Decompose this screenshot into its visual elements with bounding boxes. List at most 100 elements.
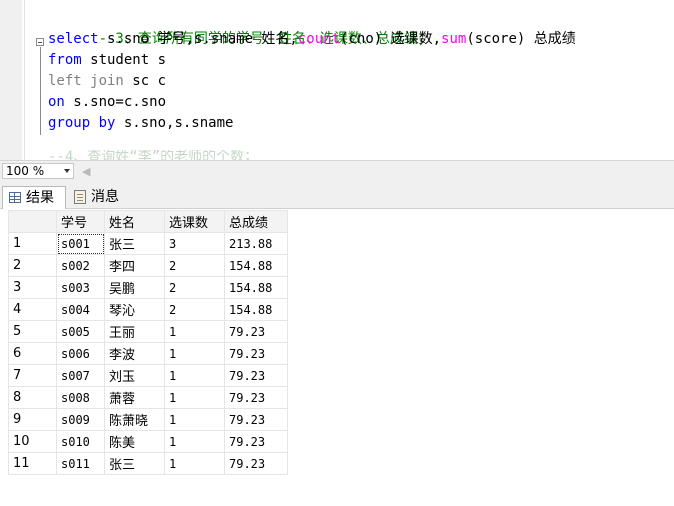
table-cell[interactable]: 萧蓉 [104,386,165,409]
kw-on: on [48,94,65,110]
table-cell[interactable]: 79.23 [224,342,288,365]
select-columns: s.sno 学号,s.sname 姓名, [98,31,298,47]
table-cell[interactable]: s006 [56,342,105,365]
tab-results-label: 结果 [26,190,54,206]
table-cell[interactable]: s008 [56,386,105,409]
table-cell[interactable]: 陈美 [104,430,165,453]
row-number[interactable]: 9 [8,408,57,431]
kw-group-by: group by [48,115,116,131]
row-number[interactable]: 1 [8,232,57,255]
table-row[interactable]: 7 s007 刘玉 1 79.23 [8,364,288,387]
table-cell[interactable]: 刘玉 [104,364,165,387]
next-line-partial: --4、查询姓“李”的老师的个数； [48,150,259,160]
join-table: sc c [123,73,167,89]
table-cell[interactable]: s003 [56,276,105,299]
table-cell[interactable]: 李四 [104,254,165,277]
table-cell[interactable]: s011 [56,452,105,475]
row-number[interactable]: 4 [8,298,57,321]
table-cell[interactable]: 2 [164,276,225,299]
table-cell[interactable]: 1 [164,408,225,431]
table-cell[interactable]: s010 [56,430,105,453]
code-line-select: select s.sno 学号,s.sname 姓名,count(cno) 选课… [48,29,576,50]
table-cell[interactable]: 1 [164,386,225,409]
results-grid[interactable]: 学号 姓名 选课数 总成绩 1 s001 张三 3 213.88 2 s002 李四 2 154.… [0,209,674,506]
table-cell[interactable]: 吴鹏 [104,276,165,299]
table-cell[interactable]: 154.88 [224,298,288,321]
fn-count: count [297,31,341,47]
table-cell[interactable]: 213.88 [224,232,288,255]
table-row[interactable]: 2 s002 李四 2 154.88 [8,254,288,277]
row-number[interactable]: 3 [8,276,57,299]
table-cell[interactable]: s007 [56,364,105,387]
collapse-toggle-icon[interactable] [36,38,44,46]
table-row[interactable]: 5 s005 王丽 1 79.23 [8,320,288,343]
table-cell[interactable]: 1 [164,320,225,343]
table-cell[interactable]: 张三 [104,232,165,255]
table-cell[interactable]: s002 [56,254,105,277]
table-row[interactable]: 8 s008 萧蓉 1 79.23 [8,386,288,409]
fn-sum: sum [441,31,467,47]
sql-code[interactable]: --3、查询所有同学的学号、姓名、选课数、总成绩； select s.sno 学… [48,8,576,134]
table-cell[interactable]: 79.23 [224,320,288,343]
zoom-value: 100 % [6,164,45,178]
table-cell[interactable]: 79.23 [224,386,288,409]
table-cell[interactable]: s005 [56,320,105,343]
results-table: 学号 姓名 选课数 总成绩 1 s001 张三 3 213.88 2 s002 李四 2 154.… [8,210,288,475]
table-cell[interactable]: 79.23 [224,364,288,387]
table-cell[interactable]: 王丽 [104,320,165,343]
header-row: 学号 姓名 选课数 总成绩 [8,210,288,233]
table-row[interactable]: 11 s011 张三 1 79.23 [8,452,288,475]
table-cell[interactable]: s009 [56,408,105,431]
row-number[interactable]: 11 [8,452,57,475]
column-header[interactable]: 学号 [56,210,105,233]
table-row[interactable]: 1 s001 张三 3 213.88 [8,232,288,255]
table-cell[interactable]: s001 [56,232,105,255]
column-header[interactable]: 总成绩 [224,210,288,233]
table-cell[interactable]: 1 [164,452,225,475]
table-cell[interactable]: 154.88 [224,276,288,299]
table-cell[interactable]: s004 [56,298,105,321]
table-row[interactable]: 4 s004 琴沁 2 154.88 [8,298,288,321]
table-cell[interactable]: 琴沁 [104,298,165,321]
table-cell[interactable]: 2 [164,254,225,277]
column-header[interactable]: 选课数 [164,210,225,233]
corner-cell[interactable] [8,210,57,233]
table-cell[interactable]: 79.23 [224,430,288,453]
row-number[interactable]: 6 [8,342,57,365]
table-cell[interactable]: 79.23 [224,452,288,475]
zoom-dropdown[interactable]: 100 % [2,163,74,179]
table-row[interactable]: 9 s009 陈萧晓 1 79.23 [8,408,288,431]
table-cell[interactable]: 1 [164,364,225,387]
dropdown-arrow-icon [64,169,70,173]
row-number[interactable]: 5 [8,320,57,343]
table-cell[interactable]: 陈萧晓 [104,408,165,431]
row-number[interactable]: 2 [8,254,57,277]
editor-gutter [0,0,22,160]
table-cell[interactable]: 3 [164,232,225,255]
gutter-divider [24,0,25,160]
table-cell[interactable]: 1 [164,342,225,365]
tab-results[interactable]: 结果 [2,186,66,209]
fold-guide [40,47,41,135]
column-header[interactable]: 姓名 [104,210,165,233]
table-cell[interactable]: 79.23 [224,408,288,431]
table-row[interactable]: 6 s006 李波 1 79.23 [8,342,288,365]
message-icon [74,190,86,204]
scroll-left-icon[interactable]: ◀ [82,165,90,178]
table-row[interactable]: 3 s003 吴鹏 2 154.88 [8,276,288,299]
table-cell[interactable]: 1 [164,430,225,453]
tab-messages[interactable]: 消息 [68,186,130,209]
row-number[interactable]: 8 [8,386,57,409]
on-condition: s.sno=c.sno [64,94,167,110]
table-row[interactable]: 10 s010 陈美 1 79.23 [8,430,288,453]
table-cell[interactable]: 2 [164,298,225,321]
row-number[interactable]: 10 [8,430,57,453]
code-line-group: group by s.sno,s.sname [48,113,576,134]
table-cell[interactable]: 李波 [104,342,165,365]
query-editor[interactable]: --3、查询所有同学的学号、姓名、选课数、总成绩； select s.sno 学… [0,0,674,160]
table-cell[interactable]: 张三 [104,452,165,475]
row-number[interactable]: 7 [8,364,57,387]
grid-icon [9,192,21,203]
count-args: (cno) 选课数, [340,31,442,47]
table-cell[interactable]: 154.88 [224,254,288,277]
